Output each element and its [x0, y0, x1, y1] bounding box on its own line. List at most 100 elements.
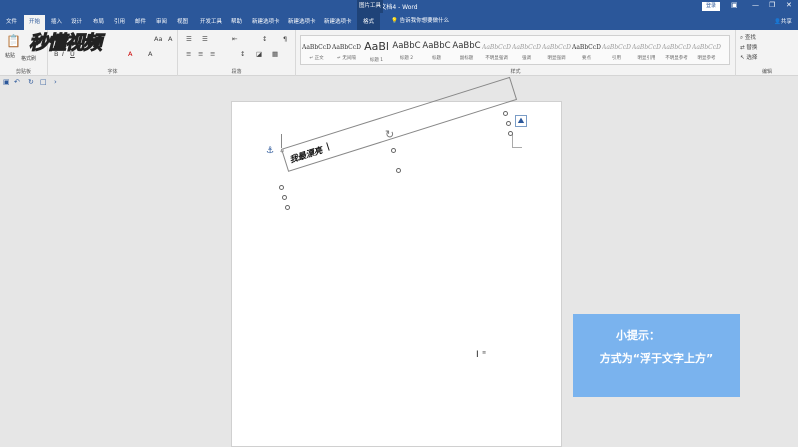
ribbon-tabs: 文件 开始 插入 设计 布局 引用 邮件 审阅 视图 开发工具 帮助 新建选项卡…	[0, 13, 798, 30]
style-name: 不明显强调	[485, 56, 508, 61]
tab-references[interactable]: 引用	[114, 17, 125, 25]
tab-new-1[interactable]: 新建选项卡	[252, 17, 280, 25]
style-subtle-emphasis[interactable]: AaBbCcDi 不明显强调	[482, 39, 511, 69]
style-title[interactable]: AaBbC 标题	[422, 39, 451, 69]
style-subtle-reference[interactable]: AaBbCcDi 不明显参考	[662, 39, 691, 69]
search-icon: ⌕	[740, 35, 744, 41]
style-no-spacing[interactable]: AaBbCcDi ↵ 无间隔	[332, 39, 361, 69]
tab-help[interactable]: 帮助	[231, 17, 242, 25]
clear-formatting-icon[interactable]: A	[168, 35, 172, 43]
style-sample: AaBbCcDi	[572, 44, 601, 51]
undo-icon[interactable]: ↶	[14, 78, 20, 86]
style-strong[interactable]: AaBbCcDi 要点	[572, 39, 601, 69]
resize-handle[interactable]	[503, 111, 508, 116]
tab-format[interactable]: 格式	[357, 13, 381, 30]
layout-options-icon[interactable]: ⛰	[515, 115, 527, 127]
numbering-icon[interactable]: ☰	[202, 35, 208, 43]
video-logo-watermark: 秒懂视频	[28, 32, 102, 55]
resize-handle[interactable]	[279, 185, 284, 190]
tell-me-search[interactable]: 💡 告诉我你想要做什么	[391, 16, 449, 24]
style-intense-emphasis[interactable]: AaBbCcDi 明显强调	[542, 39, 571, 69]
select-button[interactable]: ↖ 选择	[740, 53, 757, 61]
resize-handle[interactable]	[391, 148, 396, 153]
style-name: 副标题	[459, 56, 474, 61]
minimize-icon[interactable]: —	[752, 1, 759, 9]
style-sample: AaBbCcDi	[542, 44, 571, 51]
style-name: ↵ 正文	[309, 56, 324, 61]
redo-icon[interactable]: ↻	[28, 78, 34, 86]
share-label: 共享	[780, 19, 792, 25]
tell-me-text: 告诉我你想要做什么	[399, 18, 450, 24]
bullets-icon[interactable]: ☰	[186, 35, 192, 43]
style-emphasis[interactable]: AaBbCcDi 强调	[512, 39, 541, 69]
style-normal[interactable]: AaBbCcDi ↵ 正文	[302, 39, 331, 69]
login-button[interactable]: 登录	[702, 2, 720, 11]
font-group-label: 字体	[107, 69, 118, 75]
style-name: 标题 1	[369, 58, 384, 63]
font-color-icon[interactable]: A	[128, 50, 132, 58]
tab-layout[interactable]: 布局	[93, 17, 104, 25]
tab-view[interactable]: 视图	[177, 17, 188, 25]
format-painter-button[interactable]: 格式刷	[21, 55, 36, 62]
tab-developer[interactable]: 开发工具	[200, 17, 222, 25]
style-name: ↵ 无间隔	[337, 56, 356, 61]
change-case-icon[interactable]: Aa	[154, 35, 162, 43]
close-icon[interactable]: ✕	[786, 1, 792, 9]
style-name: 引用	[612, 56, 621, 61]
tab-mailings[interactable]: 邮件	[135, 17, 146, 25]
style-heading-1[interactable]: AaBl 标题 1	[362, 39, 391, 69]
style-quote[interactable]: AaBbCcDi 引用	[602, 39, 631, 69]
borders-icon[interactable]: ▦	[272, 50, 278, 58]
sort-icon[interactable]: ↕	[262, 35, 267, 43]
resize-handle[interactable]	[506, 121, 511, 126]
style-heading-2[interactable]: AaBbC 标题 2	[392, 39, 421, 69]
new-doc-icon[interactable]: □	[40, 78, 47, 86]
ribbon-display-options-icon[interactable]: ▣	[731, 1, 738, 9]
tab-design[interactable]: 设计	[71, 17, 82, 25]
cursor-icon: ↖	[740, 55, 745, 61]
style-subtitle[interactable]: AaBbC 副标题	[452, 39, 481, 69]
align-left-icon[interactable]: ≡	[186, 50, 191, 58]
window-title: 文档4 - Word	[380, 4, 418, 11]
style-sample: AaBl	[364, 40, 389, 53]
shading-icon[interactable]: ◪	[256, 50, 262, 58]
paste-icon[interactable]: 📋	[6, 34, 21, 48]
tab-new-3[interactable]: 新建选项卡	[324, 17, 352, 25]
align-center-icon[interactable]: ≡	[198, 50, 203, 58]
line-spacing-icon[interactable]: ↕	[240, 50, 245, 58]
style-intense-quote[interactable]: AaBbCcDi 明显引用	[632, 39, 661, 69]
save-icon[interactable]: ▣	[3, 78, 10, 86]
decrease-indent-icon[interactable]: ⇤	[232, 35, 237, 43]
find-button[interactable]: ⌕ 查找	[740, 33, 756, 42]
share-button[interactable]: 👤共享	[774, 17, 792, 25]
show-marks-icon[interactable]: ¶	[283, 35, 287, 43]
maximize-icon[interactable]: ❐	[769, 1, 775, 9]
style-sample: AaBbC	[422, 41, 451, 51]
style-intense-reference[interactable]: AaBbCcDi 明显参考	[692, 39, 721, 69]
title-bar: 文档4 - Word 图片工具 登录 ▣ — ❐ ✕	[0, 0, 798, 13]
styles-group-label: 样式	[510, 69, 521, 75]
tab-new-2[interactable]: 新建选项卡	[288, 17, 316, 25]
customize-qat-icon[interactable]: ›	[54, 78, 57, 86]
rotate-handle-icon[interactable]: ↻	[385, 128, 394, 141]
margin-corner-mark	[512, 134, 513, 148]
resize-handle[interactable]	[285, 205, 290, 210]
align-right-icon[interactable]: ≡	[210, 50, 215, 58]
style-sample: AaBbC	[392, 41, 421, 51]
paste-label[interactable]: 粘贴	[5, 52, 15, 59]
paragraph-group: ☰ ☰ ⇤ ↕ ¶ ≡ ≡ ≡ ↕ ◪ ▦ 段落	[178, 30, 296, 76]
tab-review[interactable]: 审阅	[156, 17, 167, 25]
text-cursor: |	[325, 141, 332, 152]
style-name: 标题	[432, 56, 441, 61]
tab-file[interactable]: 文件	[6, 17, 17, 25]
resize-handle[interactable]	[282, 195, 287, 200]
tip-text: 方式为“浮于文字上方”	[599, 352, 714, 365]
resize-handle[interactable]	[396, 168, 401, 173]
replace-label: 替换	[746, 45, 758, 51]
style-sample: AaBbCcDi	[662, 44, 691, 51]
char-shading-icon[interactable]: A	[148, 50, 152, 58]
tab-insert[interactable]: 插入	[51, 17, 62, 25]
replace-button[interactable]: ⇄ 替换	[740, 43, 757, 51]
resize-handle[interactable]	[508, 131, 513, 136]
styles-gallery: AaBbCcDi ↵ 正文 AaBbCcDi ↵ 无间隔 AaBl 标题 1 AaBb…	[300, 35, 730, 65]
